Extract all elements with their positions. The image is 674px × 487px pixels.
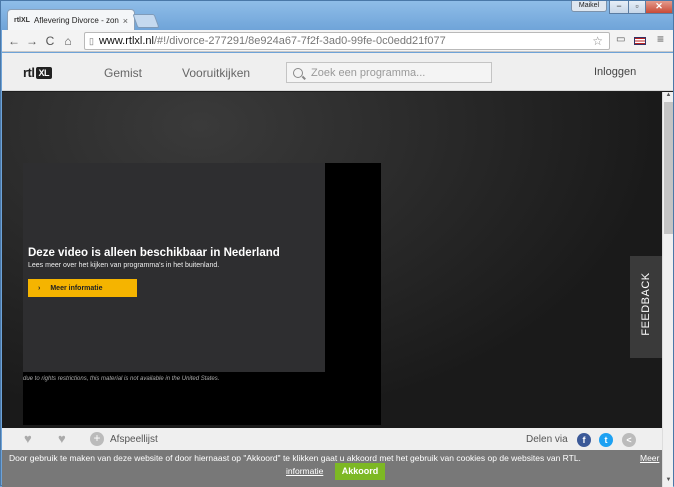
- browser-window: rtlXL Aflevering Divorce - zondag × Maik…: [0, 0, 674, 487]
- geo-block-subtitle: Lees meer over het kijken van programma'…: [28, 262, 220, 269]
- reload-button[interactable]: C: [41, 34, 59, 48]
- cast-icon[interactable]: ▭: [616, 34, 625, 45]
- cookie-more-link[interactable]: Meer: [640, 453, 659, 463]
- feedback-label: FEEDBACK: [640, 272, 652, 336]
- search-placeholder: Zoek een programma...: [311, 66, 426, 79]
- nav-vooruitkijken[interactable]: Vooruitkijken: [182, 66, 250, 80]
- url-path: /#!/divorce-277291/8e924a67-7f2f-3ad0-99…: [153, 35, 446, 47]
- scroll-up-icon[interactable]: ▲: [663, 92, 673, 102]
- search-input[interactable]: Zoek een programma...: [286, 62, 492, 83]
- cookie-accept-button[interactable]: Akkoord: [335, 463, 385, 480]
- feedback-tab[interactable]: FEEDBACK: [630, 256, 662, 358]
- tab-title: Aflevering Divorce - zondag: [33, 16, 119, 25]
- bookmark-star-icon[interactable]: ☆: [592, 34, 603, 48]
- profile-button[interactable]: Maikel: [571, 1, 607, 12]
- forward-button[interactable]: →: [23, 34, 41, 48]
- action-bar: ♥ ♥ + Afspeellijst Delen via f t <: [2, 428, 662, 450]
- login-link[interactable]: Inloggen: [594, 66, 636, 78]
- video-stage: Deze video is alleen beschikbaar in Nede…: [2, 92, 662, 428]
- nav-gemist[interactable]: Gemist: [104, 66, 142, 80]
- cookie-bar: Door gebruik te maken van deze website o…: [2, 450, 662, 487]
- rtlxl-logo[interactable]: rtl XL: [23, 65, 53, 80]
- browser-toolbar: ← → C ⌂ ▯ www.rtlxl.nl/#!/divorce-277291…: [2, 30, 673, 52]
- like-icon[interactable]: ♥: [24, 431, 32, 446]
- tab-close-icon[interactable]: ×: [123, 16, 128, 26]
- arrow-right-icon: ›: [38, 284, 41, 292]
- site-header: rtl XL Gemist Vooruitkijken Zoek een prog…: [2, 53, 673, 91]
- share-label: Delen via: [526, 434, 568, 445]
- browser-tab[interactable]: rtlXL Aflevering Divorce - zondag ×: [7, 9, 135, 31]
- more-info-label: Meer informatie: [50, 284, 103, 292]
- menu-icon[interactable]: ≡: [657, 32, 664, 46]
- page-icon: ▯: [89, 35, 94, 46]
- geo-block-title: Deze video is alleen beschikbaar in Nede…: [28, 247, 280, 259]
- logo-xl: XL: [35, 66, 53, 79]
- maximize-button[interactable]: ▫: [628, 1, 646, 14]
- page-scrollbar[interactable]: ▲ ▼: [662, 92, 673, 487]
- scroll-thumb[interactable]: [664, 102, 673, 234]
- cookie-text: Door gebruik te maken van deze website o…: [9, 453, 581, 463]
- dislike-icon[interactable]: ♥: [58, 431, 66, 446]
- web-page: rtl XL Gemist Vooruitkijken Zoek een prog…: [2, 53, 673, 487]
- rights-notice: due to rights restrictions, this materia…: [23, 376, 220, 382]
- twitter-icon[interactable]: t: [599, 433, 613, 447]
- video-player[interactable]: Deze video is alleen beschikbaar in Nede…: [23, 163, 381, 425]
- logo-rtl: rtl: [23, 65, 35, 80]
- minimize-button[interactable]: −: [609, 1, 629, 14]
- share-icon[interactable]: <: [622, 433, 636, 447]
- cookie-info-link[interactable]: informatie: [286, 466, 323, 476]
- tab-favicon: rtlXL: [14, 17, 30, 24]
- facebook-icon[interactable]: f: [577, 433, 591, 447]
- playlist-label[interactable]: Afspeellijst: [110, 434, 158, 445]
- address-bar[interactable]: ▯ www.rtlxl.nl/#!/divorce-277291/8e924a6…: [84, 32, 610, 50]
- more-info-button[interactable]: › Meer informatie: [28, 279, 137, 297]
- url-host: www.rtlxl.nl: [98, 35, 154, 47]
- home-button[interactable]: ⌂: [59, 34, 77, 48]
- search-icon: [293, 67, 303, 78]
- flag-icon[interactable]: [634, 37, 646, 45]
- geo-block-message: Deze video is alleen beschikbaar in Nede…: [23, 163, 325, 372]
- new-tab-button[interactable]: [132, 14, 160, 28]
- close-window-button[interactable]: ✕: [645, 1, 673, 14]
- add-to-playlist-icon[interactable]: +: [90, 432, 104, 446]
- back-button[interactable]: ←: [5, 34, 23, 48]
